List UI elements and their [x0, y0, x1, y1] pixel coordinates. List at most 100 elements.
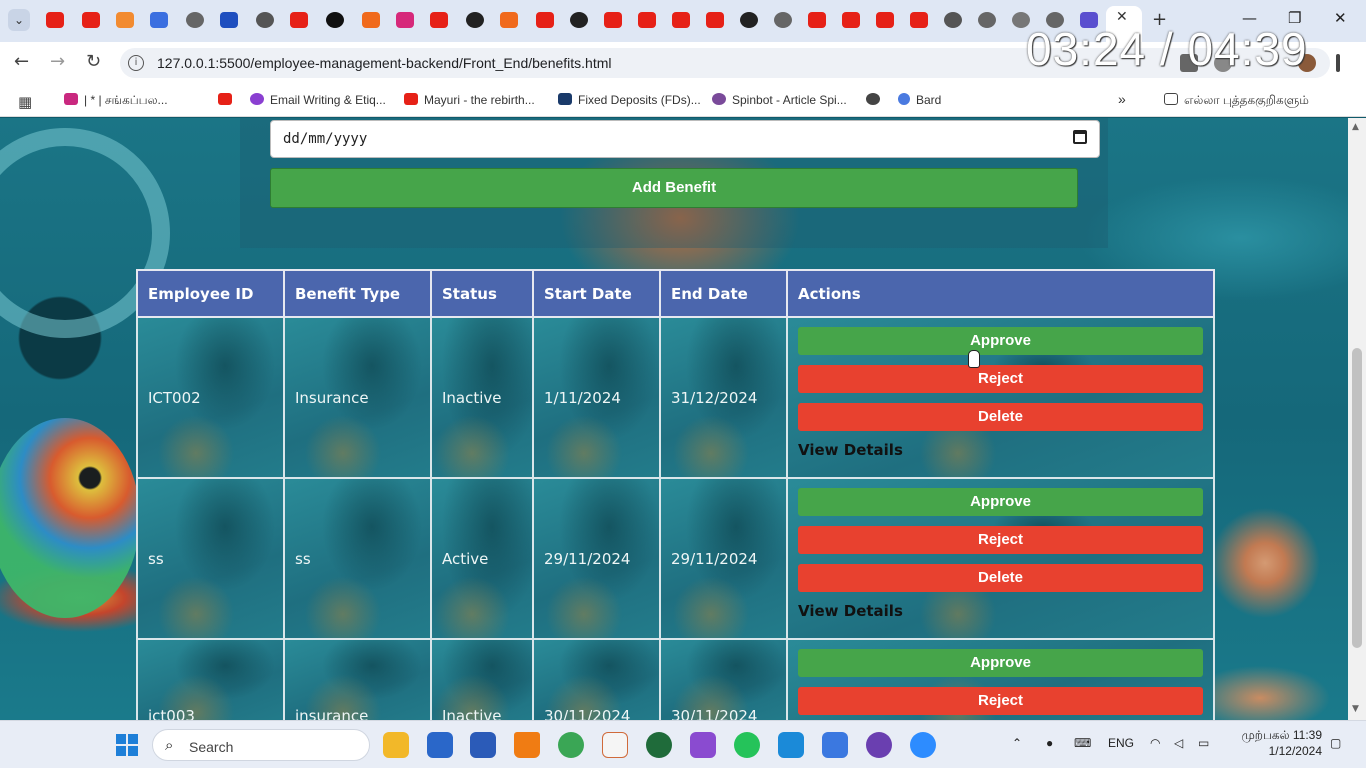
youtube-tab-icon[interactable] [842, 12, 860, 28]
bookmark-item[interactable]: Spinbot - Article Spi... [712, 93, 847, 107]
vlc-icon[interactable] [514, 732, 540, 758]
taskbar-search[interactable]: ⌕ Search [152, 729, 370, 761]
bookmark-item[interactable]: Fixed Deposits (FDs)... [558, 93, 701, 107]
bookmark-label: Bard [916, 93, 942, 107]
reject-button[interactable]: Reject [798, 526, 1203, 554]
globe-tab-icon[interactable] [944, 12, 962, 28]
page-scrollbar[interactable]: ▲ ▼ [1348, 118, 1366, 720]
chevron-up-icon[interactable]: ⌃ [1012, 736, 1022, 750]
sparkle-icon [898, 93, 910, 105]
visual-studio-icon[interactable] [690, 732, 716, 758]
word-icon[interactable] [470, 732, 496, 758]
app-icon[interactable] [822, 732, 848, 758]
column-header-start-date: Start Date [532, 269, 661, 318]
volume-icon[interactable]: ◁ [1174, 736, 1183, 750]
github-tab-icon[interactable] [466, 12, 484, 28]
github-desktop-icon[interactable] [866, 732, 892, 758]
cell-benefit-type: ss [283, 477, 432, 640]
store-icon[interactable] [427, 732, 453, 758]
site-tab-icon[interactable] [500, 12, 518, 28]
site-tab-icon[interactable] [256, 12, 274, 28]
system-clock[interactable]: முற்பகல் 11:39 1/12/2024 [1228, 727, 1322, 759]
scroll-down-icon[interactable]: ▼ [1352, 704, 1359, 714]
mouse-cursor-icon [968, 350, 980, 368]
end-date-input[interactable]: dd/mm/yyyy [270, 120, 1100, 158]
mongodb-icon[interactable] [646, 732, 672, 758]
window-close-icon[interactable]: ✕ [1334, 9, 1347, 27]
youtube-tab-icon[interactable] [536, 12, 554, 28]
battery-icon[interactable]: ▭ [1198, 736, 1209, 750]
bookmark-item[interactable]: Bard [898, 93, 941, 107]
powerpoint-icon[interactable] [602, 732, 628, 758]
vscode-icon[interactable] [778, 732, 804, 758]
youtube-tab-icon[interactable] [808, 12, 826, 28]
column-header-employee-id: Employee ID [136, 269, 285, 318]
youtube-tab-icon[interactable] [46, 12, 64, 28]
browser-menu-icon[interactable] [1336, 54, 1340, 72]
apps-grid-icon[interactable]: ▦ [18, 93, 32, 111]
globe-tab-icon[interactable] [978, 12, 996, 28]
reject-button[interactable]: Reject [798, 365, 1203, 393]
tab-search-icon[interactable]: ⌄ [8, 9, 30, 31]
url-text[interactable]: 127.0.0.1:5500/employee-management-backe… [157, 55, 612, 71]
view-details-link[interactable]: View Details [798, 602, 1203, 620]
youtube-tab-icon[interactable] [430, 12, 448, 28]
globe-tab-icon[interactable] [186, 12, 204, 28]
bookmark-favicon-icon [712, 93, 726, 105]
approve-button[interactable]: Approve [798, 327, 1203, 355]
bookmark-item[interactable]: Mayuri - the rebirth... [404, 93, 535, 107]
github-tab-icon[interactable] [740, 12, 758, 28]
back-icon[interactable]: ← [14, 51, 29, 72]
youtube-tab-icon[interactable] [82, 12, 100, 28]
youtube-tab-icon[interactable] [910, 12, 928, 28]
date-input-placeholder: dd/mm/yyyy [283, 131, 368, 147]
globe-tab-icon[interactable] [774, 12, 792, 28]
delete-button[interactable]: Delete [798, 564, 1203, 592]
site-tab-icon[interactable] [116, 12, 134, 28]
scroll-up-icon[interactable]: ▲ [1352, 122, 1359, 132]
zoom-icon[interactable] [910, 732, 936, 758]
microphone-icon[interactable]: ● [1046, 736, 1053, 750]
scrollbar-thumb[interactable] [1352, 348, 1362, 648]
youtube-tab-icon[interactable] [706, 12, 724, 28]
calendar-icon[interactable] [1073, 130, 1087, 144]
youtube-tab-icon[interactable] [638, 12, 656, 28]
site-info-icon[interactable]: i [128, 55, 144, 71]
bookmark-label: Email Writing & Etiq... [270, 93, 386, 107]
youtube-bookmark-icon[interactable] [218, 93, 238, 107]
file-explorer-icon[interactable] [383, 732, 409, 758]
reject-button[interactable]: Reject [798, 687, 1203, 715]
reload-icon[interactable]: ↻ [86, 51, 101, 72]
column-header-status: Status [430, 269, 534, 318]
notification-icon[interactable]: ▢ [1330, 736, 1341, 750]
wifi-icon[interactable]: ◠ [1150, 736, 1160, 750]
cell-status: Inactive [430, 316, 534, 479]
bookmark-item[interactable]: | * | சங்கப்பல... [64, 93, 168, 109]
youtube-tab-icon[interactable] [876, 12, 894, 28]
whatsapp-icon[interactable] [734, 732, 760, 758]
site-tab-icon[interactable] [362, 12, 380, 28]
youtube-tab-icon[interactable] [290, 12, 308, 28]
bookmarks-bar: ▦ | * | சங்கப்பல... Email Writing & Etiq… [0, 84, 1366, 117]
chrome-icon[interactable] [558, 732, 584, 758]
delete-button[interactable]: Delete [798, 403, 1203, 431]
chevron-right-icon[interactable]: » [1118, 91, 1126, 107]
youtube-tab-icon[interactable] [672, 12, 690, 28]
site-tab-icon[interactable] [326, 12, 344, 28]
language-indicator[interactable]: ENG [1108, 736, 1134, 750]
add-benefit-button[interactable]: Add Benefit [270, 168, 1078, 208]
github-tab-icon[interactable] [570, 12, 588, 28]
bookmarks-folder[interactable]: எல்லா புத்தககுறிகளும் [1164, 93, 1309, 109]
site-tab-icon[interactable] [220, 12, 238, 28]
site-tab-icon[interactable] [150, 12, 168, 28]
youtube-tab-icon[interactable] [604, 12, 622, 28]
forward-icon[interactable]: → [50, 51, 65, 72]
keyboard-icon[interactable]: ⌨ [1074, 736, 1091, 750]
instagram-tab-icon[interactable] [396, 12, 414, 28]
windows-start-icon[interactable] [116, 734, 138, 756]
approve-button[interactable]: Approve [798, 488, 1203, 516]
approve-button[interactable]: Approve [798, 649, 1203, 677]
view-details-link[interactable]: View Details [798, 441, 1203, 459]
globe-bookmark-icon[interactable] [866, 93, 886, 107]
bookmark-item[interactable]: Email Writing & Etiq... [250, 93, 386, 107]
